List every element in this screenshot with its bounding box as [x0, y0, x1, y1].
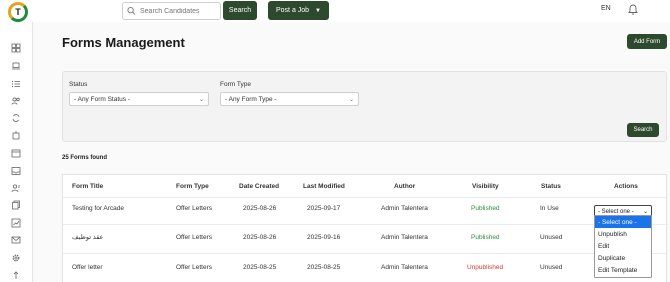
type-filter-label: Form Type [220, 81, 251, 88]
upload-icon[interactable] [11, 270, 21, 280]
talentera-logo[interactable]: T [8, 2, 28, 22]
header-actions: Actions [614, 183, 638, 190]
building-icon[interactable] [11, 130, 21, 140]
row1-title[interactable]: Testing for Arcade [72, 205, 124, 212]
page-title: Forms Management [62, 35, 185, 50]
header-form-title: Form Title [72, 183, 104, 190]
top-search-button[interactable]: Search [223, 1, 257, 20]
post-job-label: Post a Job [276, 7, 310, 14]
top-bar: T Search Post a Job ▼ EN [0, 0, 670, 22]
chart-icon[interactable] [11, 218, 21, 228]
row3-author: Admin Talentera [381, 264, 428, 271]
type-filter-select[interactable]: - Any Form Type - ⌄ [220, 92, 359, 106]
calendar-icon[interactable] [11, 148, 21, 158]
row3-modified: 2025-08-25 [307, 264, 341, 271]
header-status: Status [541, 183, 561, 190]
row-divider [63, 197, 668, 198]
row2-modified: 2025-09-16 [307, 234, 341, 241]
row1-author: Admin Talentera [381, 205, 428, 212]
row3-title[interactable]: Offer letter [72, 264, 103, 271]
copy-icon[interactable] [11, 200, 21, 210]
header-author: Author [394, 183, 416, 190]
bell-icon[interactable] [628, 4, 638, 15]
row-divider [63, 253, 668, 254]
chevron-down-icon: ▼ [315, 7, 321, 14]
logo-letter: T [15, 7, 21, 17]
candidate-search-input[interactable] [140, 7, 220, 15]
results-count: 25 Forms found [62, 155, 108, 161]
row3-status: Unused [540, 264, 563, 271]
status-filter-value: - Any Form Status - [74, 95, 130, 103]
row2-status: Unused [540, 234, 563, 241]
row1-type: Offer Letters [176, 205, 213, 212]
dropdown-option-duplicate[interactable]: Duplicate [595, 252, 651, 264]
row2-title[interactable]: عقد توظيف [72, 233, 103, 241]
candidate-search-box[interactable] [122, 2, 221, 20]
row1-modified: 2025-09-17 [307, 205, 341, 212]
status-filter-select[interactable]: - Any Form Status - ⌄ [69, 92, 209, 106]
users-icon[interactable] [11, 96, 21, 106]
forms-table: Form Title Form Type Date Created Last M… [62, 174, 668, 282]
dropdown-option-select-one[interactable]: - Select one - [595, 216, 651, 228]
actions-dropdown-menu: - Select one - Unpublish Edit Duplicate … [594, 215, 652, 278]
sync-icon[interactable] [11, 113, 21, 123]
row1-status: In Use [540, 205, 559, 212]
row2-visibility: Published [471, 234, 500, 241]
header-form-type: Form Type [176, 183, 209, 190]
chevron-down-icon: ⌄ [642, 209, 648, 215]
add-form-button[interactable]: Add Form [627, 34, 667, 49]
dropdown-option-edit[interactable]: Edit [595, 240, 651, 252]
chevron-down-icon: ⌄ [198, 96, 204, 103]
row2-author: Admin Talentera [381, 234, 428, 241]
chevron-down-icon: ⌄ [348, 96, 354, 103]
gear-icon[interactable] [11, 253, 21, 263]
language-switch[interactable]: EN [601, 5, 611, 12]
row1-created: 2025-08-26 [243, 205, 277, 212]
row2-type: Offer Letters [176, 234, 213, 241]
row-divider [63, 224, 668, 225]
post-job-button[interactable]: Post a Job ▼ [268, 1, 329, 20]
filter-panel: Status - Any Form Status - ⌄ Form Type -… [62, 71, 667, 142]
header-visibility: Visibility [472, 183, 499, 190]
row1-visibility: Published [471, 205, 500, 212]
header-date-created: Date Created [239, 183, 280, 190]
checklist-icon[interactable] [11, 79, 21, 89]
row3-type: Offer Letters [176, 264, 213, 271]
row2-created: 2025-08-26 [243, 234, 277, 241]
header-last-modified: Last Modified [303, 183, 345, 190]
row1-actions-value: - Select one - [598, 208, 634, 215]
mail-icon[interactable] [11, 235, 21, 245]
inbox-icon[interactable] [11, 166, 21, 176]
status-filter-label: Status [69, 81, 88, 88]
filter-search-button[interactable]: Search [627, 123, 659, 137]
search-icon [127, 6, 136, 15]
user-add-icon[interactable] [11, 183, 21, 193]
dropdown-option-unpublish[interactable]: Unpublish [595, 228, 651, 240]
sidebar [0, 22, 33, 282]
type-filter-value: - Any Form Type - [225, 95, 277, 103]
laptop-icon[interactable] [11, 61, 21, 71]
row3-created: 2025-08-25 [243, 264, 277, 271]
row3-visibility: Unpublished [467, 264, 504, 271]
dashboard-icon[interactable] [11, 43, 21, 53]
dropdown-option-edit-template[interactable]: Edit Template [595, 264, 651, 276]
main-content: Forms Management Add Form Status - Any F… [33, 22, 670, 282]
